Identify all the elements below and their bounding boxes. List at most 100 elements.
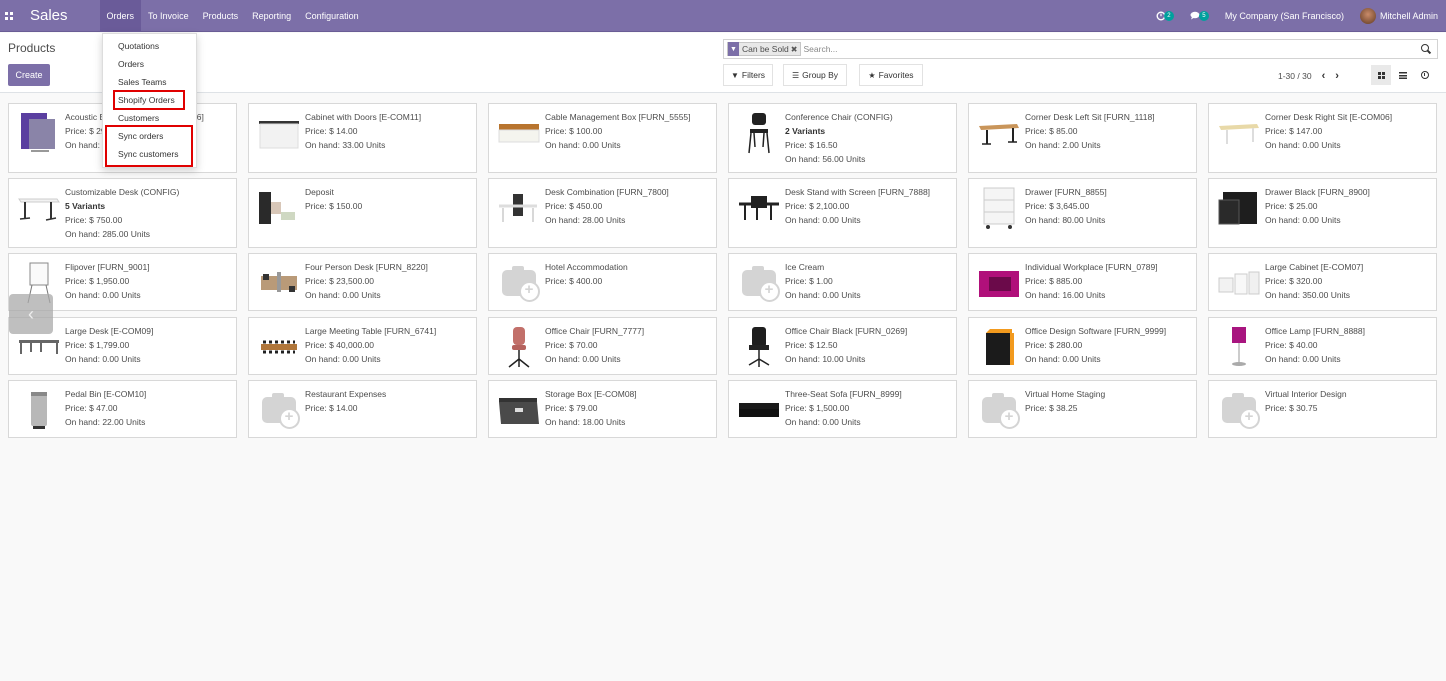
- product-card[interactable]: Restaurant Expenses Price: $ 14.00: [248, 380, 477, 438]
- apps-menu-icon[interactable]: [5, 11, 13, 20]
- activity-view-button[interactable]: [1414, 64, 1436, 86]
- image-placeholder-icon: [736, 260, 781, 305]
- pager-next-icon[interactable]: ›: [1335, 70, 1339, 82]
- kanban-view-button[interactable]: [1370, 64, 1392, 86]
- dropdown-item-sales-teams[interactable]: Sales Teams: [118, 77, 167, 87]
- product-card[interactable]: Drawer Black [FURN_8900] Price: $ 25.00 On…: [1208, 178, 1437, 248]
- product-on-hand: On hand: 18.00 Units: [545, 417, 626, 427]
- product-on-hand: On hand: 0.00 Units: [305, 290, 381, 300]
- dropdown-item-quotations[interactable]: Quotations: [118, 41, 159, 51]
- product-card[interactable]: Cabinet with Doors [E-COM11] Price: $ 14.…: [248, 103, 477, 173]
- product-card[interactable]: Virtual Interior Design Price: $ 30.75: [1208, 380, 1437, 438]
- product-card[interactable]: Cable Management Box [FURN_5555] Price: $…: [488, 103, 717, 173]
- product-name: Office Lamp [FURN_8888]: [1265, 326, 1365, 336]
- product-on-hand: On hand: 0.00 Units: [1265, 354, 1341, 364]
- product-card[interactable]: Corner Desk Left Sit [FURN_1118] Price: $…: [968, 103, 1197, 173]
- user-name: Mitchell Admin: [1379, 10, 1438, 21]
- product-card-body: Office Chair [FURN_7777] Price: $ 70.00 On…: [545, 324, 712, 366]
- product-card[interactable]: Office Chair Black [FURN_0269] Price: $ 1…: [728, 317, 957, 375]
- product-image: [256, 260, 301, 305]
- menu-orders[interactable]: Orders: [99, 0, 142, 32]
- product-card[interactable]: Deposit Price: $ 150.00: [248, 178, 477, 248]
- product-card-body: Corner Desk Left Sit [FURN_1118] Price: $…: [1025, 110, 1192, 152]
- product-on-hand: On hand: 0.00 Units: [305, 354, 381, 364]
- product-price: Price: $ 2,100.00: [785, 201, 850, 211]
- view-switcher: [1370, 64, 1436, 86]
- product-price: Price: $ 100.00: [545, 126, 603, 136]
- highlight-box-shopify-orders: [113, 90, 185, 110]
- product-card[interactable]: Desk Combination [FURN_7800] Price: $ 450…: [488, 178, 717, 248]
- product-card[interactable]: Office Chair [FURN_7777] Price: $ 70.00 On…: [488, 317, 717, 375]
- product-name: Large Cabinet [E-COM07]: [1265, 262, 1364, 272]
- user-menu[interactable]: Mitchell Admin: [1359, 7, 1438, 24]
- filters-button[interactable]: ▼ Filters: [723, 64, 773, 86]
- pager-value[interactable]: 1-30 / 30: [1278, 71, 1312, 81]
- product-card[interactable]: Individual Workplace [FURN_0789] Price: $…: [968, 253, 1197, 311]
- messages-badge: 5: [1198, 10, 1209, 21]
- list-view-button[interactable]: [1392, 64, 1414, 86]
- chevron-left-icon: ‹: [28, 303, 34, 324]
- product-card[interactable]: Customizable Desk (CONFIG) 5 Variants Pric…: [8, 178, 237, 248]
- product-name: Flipover [FURN_9001]: [65, 262, 150, 272]
- product-image: [16, 387, 61, 432]
- app-title[interactable]: Sales: [30, 7, 68, 24]
- product-card[interactable]: Large Cabinet [E-COM07] Price: $ 320.00 On…: [1208, 253, 1437, 311]
- product-card[interactable]: Drawer [FURN_8855] Price: $ 3,645.00 On ha…: [968, 178, 1197, 248]
- product-variants: 2 Variants: [785, 126, 826, 136]
- activity-badge: 2: [1163, 10, 1174, 21]
- menu-products[interactable]: Products: [196, 0, 246, 32]
- product-card[interactable]: Large Meeting Table [FURN_6741] Price: $ …: [248, 317, 477, 375]
- product-price: Price: $ 750.00: [65, 215, 123, 225]
- product-card[interactable]: Conference Chair (CONFIG) 2 Variants Price…: [728, 103, 957, 173]
- product-card[interactable]: Corner Desk Right Sit [E-COM06] Price: $ …: [1208, 103, 1437, 173]
- menu-reporting[interactable]: Reporting: [245, 0, 298, 32]
- product-on-hand: On hand: 0.00 Units: [1265, 215, 1341, 225]
- dropdown-item-orders[interactable]: Orders: [118, 59, 144, 69]
- product-on-hand: On hand: 0.00 Units: [545, 140, 621, 150]
- product-card[interactable]: Storage Box [E-COM08] Price: $ 79.00 On ha…: [488, 380, 717, 438]
- create-button[interactable]: Create: [8, 64, 50, 86]
- messaging-menu[interactable]: 5: [1190, 10, 1209, 21]
- product-name: Desk Combination [FURN_7800]: [545, 187, 669, 197]
- product-card[interactable]: Ice Cream Price: $ 1.00 On hand: 0.00 Unit…: [728, 253, 957, 311]
- dropdown-item-customers[interactable]: Customers: [118, 113, 159, 123]
- systray: 2 5 My Company (San Francisco) Mitchell …: [1140, 0, 1446, 32]
- product-price: Price: $ 12.50: [785, 340, 838, 350]
- product-card[interactable]: Pedal Bin [E-COM10] Price: $ 47.00 On hand…: [8, 380, 237, 438]
- product-price: Price: $ 1,500.00: [785, 403, 850, 413]
- control-panel: Products Create ▼ Can be Sold ✖ ▼ Filter…: [0, 33, 1446, 93]
- product-card[interactable]: Desk Stand with Screen [FURN_7888] Price:…: [728, 178, 957, 248]
- product-card-body: Virtual Interior Design Price: $ 30.75: [1265, 387, 1432, 415]
- search-icon[interactable]: [1420, 43, 1432, 55]
- product-image: [496, 324, 541, 369]
- favorites-button[interactable]: ★ Favorites: [859, 64, 923, 86]
- product-variants: 5 Variants: [65, 201, 106, 211]
- menu-to-invoice[interactable]: To Invoice: [141, 0, 196, 32]
- product-image: [496, 110, 541, 155]
- previous-record-arrow[interactable]: ‹: [9, 294, 53, 334]
- menu-configuration[interactable]: Configuration: [298, 0, 366, 32]
- top-navbar: Sales Orders To Invoice Products Reporti…: [0, 0, 1446, 32]
- close-icon[interactable]: ✖: [791, 45, 798, 54]
- product-price: Price: $ 47.00: [65, 403, 118, 413]
- product-name: Office Chair Black [FURN_0269]: [785, 326, 908, 336]
- product-image: [256, 110, 301, 155]
- group-by-button[interactable]: ☰ Group By: [783, 64, 847, 86]
- product-card[interactable]: Office Design Software [FURN_9999] Price:…: [968, 317, 1197, 375]
- product-card[interactable]: Office Lamp [FURN_8888] Price: $ 40.00 On …: [1208, 317, 1437, 375]
- product-card[interactable]: Virtual Home Staging Price: $ 38.25: [968, 380, 1197, 438]
- product-image: [976, 260, 1021, 305]
- company-switcher[interactable]: My Company (San Francisco): [1225, 11, 1344, 21]
- pager-previous-icon[interactable]: ‹: [1322, 70, 1326, 82]
- product-card[interactable]: Hotel Accommodation Price: $ 400.00: [488, 253, 717, 311]
- product-card[interactable]: Three-Seat Sofa [FURN_8999] Price: $ 1,50…: [728, 380, 957, 438]
- product-name: Large Meeting Table [FURN_6741]: [305, 326, 437, 336]
- product-card-body: Hotel Accommodation Price: $ 400.00: [545, 260, 712, 288]
- product-name: Ice Cream: [785, 262, 825, 272]
- product-card-body: Four Person Desk [FURN_8220] Price: $ 23,…: [305, 260, 472, 302]
- search-input[interactable]: [803, 44, 1420, 54]
- product-card-body: Desk Combination [FURN_7800] Price: $ 450…: [545, 185, 712, 227]
- product-on-hand: On hand: 28.00 Units: [545, 215, 626, 225]
- activity-menu[interactable]: 2: [1156, 10, 1174, 21]
- product-card[interactable]: Four Person Desk [FURN_8220] Price: $ 23,…: [248, 253, 477, 311]
